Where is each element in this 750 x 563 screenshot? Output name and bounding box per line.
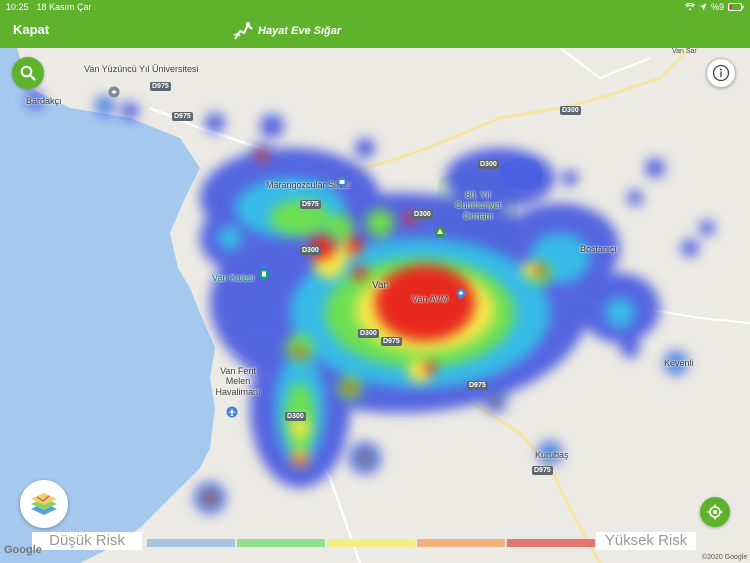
status-bar: 10:25 18 Kasım Çar %9 — [0, 0, 750, 14]
info-button[interactable] — [706, 58, 736, 88]
status-date: 18 Kasım Çar — [36, 2, 92, 12]
brand: Hayat Eve Sığar — [232, 21, 341, 41]
brand-name: Hayat Eve Sığar — [258, 25, 342, 37]
legend-high-label: Yüksek Risk — [596, 532, 696, 550]
risk-legend: Düşük Risk Yüksek Risk — [32, 530, 722, 552]
location-arrow-icon — [699, 3, 707, 11]
legend-swatch — [417, 539, 505, 547]
search-button[interactable] — [12, 57, 44, 89]
location-target-icon — [707, 504, 723, 520]
battery-percent: %9 — [710, 2, 724, 12]
legend-swatch — [147, 539, 235, 547]
search-icon — [20, 65, 36, 81]
close-button[interactable]: Kapat — [13, 22, 49, 37]
info-icon — [712, 64, 730, 82]
map-layers-icon — [31, 493, 57, 515]
app-header: Kapat Hayat Eve Sığar — [0, 14, 750, 48]
brand-logo-icon — [233, 22, 253, 40]
google-logo[interactable]: Google — [4, 544, 42, 556]
base-map — [0, 48, 750, 563]
map-layers-button[interactable] — [20, 480, 68, 528]
locate-me-button[interactable] — [700, 497, 730, 527]
battery-icon — [728, 3, 744, 11]
map-view[interactable]: Van Yüzüncü Yıl Üniversitesi Bardakçı Ma… — [0, 48, 750, 563]
status-time: 10:25 — [6, 2, 29, 12]
wifi-icon — [684, 3, 695, 11]
map-copyright: ©2020 Google — [702, 554, 748, 561]
legend-swatch — [237, 539, 325, 547]
legend-swatch — [507, 539, 595, 547]
legend-low-label: Düşük Risk — [32, 532, 142, 550]
legend-swatch — [327, 539, 415, 547]
